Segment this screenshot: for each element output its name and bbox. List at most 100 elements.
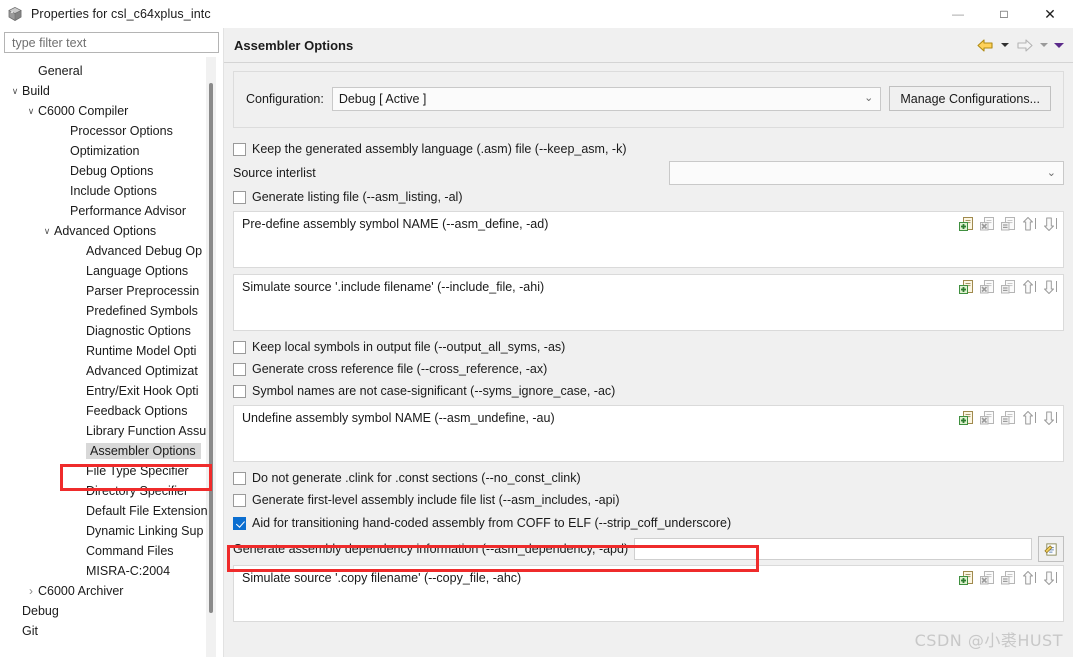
sidebar-item-build[interactable]: ∨ Build <box>0 81 224 101</box>
search-input[interactable] <box>10 34 213 51</box>
checkbox-asm-includes[interactable] <box>233 493 246 507</box>
sidebar-item-entry-exit-hook-opti[interactable]: Entry/Exit Hook Opti <box>0 381 224 401</box>
checkbox-cross-reference[interactable] <box>233 362 246 376</box>
sidebar-item-debug-options[interactable]: Debug Options <box>0 161 224 181</box>
asm-define-listbox[interactable]: Pre-define assembly symbol NAME (--asm_d… <box>233 211 1064 268</box>
checkbox-row-asm-includes[interactable]: Generate first-level assembly include fi… <box>233 489 1064 511</box>
delete-item-icon[interactable] <box>980 279 996 295</box>
move-up-icon[interactable] <box>1022 570 1038 586</box>
sidebar-item-library-function-assu[interactable]: Library Function Assu <box>0 421 224 441</box>
sidebar-item-parser-preprocessin[interactable]: Parser Preprocessin <box>0 281 224 301</box>
sidebar-item-directory-specifier[interactable]: Directory Specifier <box>0 481 224 501</box>
chevron-right-icon[interactable]: › <box>24 584 38 598</box>
sidebar-item-performance-advisor[interactable]: Performance Advisor <box>0 201 224 221</box>
move-down-icon[interactable] <box>1043 279 1059 295</box>
sidebar-item-optimization[interactable]: Optimization <box>0 141 224 161</box>
sidebar-item-runtime-model-opti[interactable]: Runtime Model Opti <box>0 341 224 361</box>
manage-configurations-button[interactable]: Manage Configurations... <box>889 86 1051 111</box>
checkbox-output-all-syms[interactable] <box>233 340 246 354</box>
checkbox-row-cross-reference[interactable]: Generate cross reference file (--cross_r… <box>233 358 1064 380</box>
checkbox-row-output-all-syms[interactable]: Keep local symbols in output file (--out… <box>233 336 1064 358</box>
sidebar-item-label: Processor Options <box>70 124 173 138</box>
edit-item-icon[interactable] <box>1001 279 1017 295</box>
checkbox-no-const-clink[interactable] <box>233 471 246 485</box>
sidebar-item-command-files[interactable]: Command Files <box>0 541 224 561</box>
maximize-button[interactable]: □ <box>981 0 1027 28</box>
sidebar-item-language-options[interactable]: Language Options <box>0 261 224 281</box>
properties-dialog: Properties for csl_c64xplus_intc — □ ✕ G… <box>0 0 1073 657</box>
sidebar-item-debug[interactable]: Debug <box>0 601 224 621</box>
checkbox-asm-listing[interactable] <box>233 190 246 204</box>
sidebar-item-file-type-specifier[interactable]: File Type Specifier <box>0 461 224 481</box>
edit-item-icon[interactable] <box>1001 216 1017 232</box>
asm-dependency-input[interactable] <box>634 538 1032 560</box>
move-up-icon[interactable] <box>1022 216 1038 232</box>
chevron-down-icon[interactable]: ∨ <box>8 86 22 97</box>
sidebar-item-advanced-debug-op[interactable]: Advanced Debug Op <box>0 241 224 261</box>
configuration-group: Configuration: Debug [ Active ] ⌄ Manage… <box>233 71 1064 128</box>
sidebar-item-dynamic-linking-sup[interactable]: Dynamic Linking Sup <box>0 521 224 541</box>
settings-tree[interactable]: General ∨ Build ∨ C6000 Compiler Processor Op… <box>0 57 224 657</box>
forward-dropdown-icon[interactable] <box>1037 34 1050 56</box>
checkbox-row-asm-listing[interactable]: Generate listing file (--asm_listing, -a… <box>233 186 1064 208</box>
add-item-icon[interactable] <box>959 279 975 295</box>
copy-file-listbox[interactable]: Simulate source '.copy filename' (--copy… <box>233 565 1064 622</box>
sidebar-item-predefined-symbols[interactable]: Predefined Symbols <box>0 301 224 321</box>
checkbox-keep-asm[interactable] <box>233 142 246 156</box>
sidebar-item-c6000-archiver[interactable]: › C6000 Archiver <box>0 581 224 601</box>
sidebar-item-git[interactable]: Git <box>0 621 224 641</box>
source-interlist-select[interactable]: ⌄ <box>669 161 1064 185</box>
sidebar-item-label: Git <box>22 624 38 638</box>
asm-undefine-toolbar <box>959 410 1059 426</box>
sidebar-item-general[interactable]: General <box>0 61 224 81</box>
include-file-listbox[interactable]: Simulate source '.include filename' (--i… <box>233 274 1064 331</box>
sidebar-item-label: C6000 Compiler <box>38 104 129 118</box>
forward-arrow-icon[interactable] <box>1013 34 1035 56</box>
chevron-down-icon[interactable]: ∨ <box>40 226 54 237</box>
delete-item-icon[interactable] <box>980 410 996 426</box>
add-item-icon[interactable] <box>959 216 975 232</box>
sidebar-item-processor-options[interactable]: Processor Options <box>0 121 224 141</box>
checkbox-row-strip-coff-underscore[interactable]: Aid for transitioning hand-coded assembl… <box>233 511 1064 535</box>
sidebar-item-misra-c-2004[interactable]: MISRA-C:2004 <box>0 561 224 581</box>
move-up-icon[interactable] <box>1022 279 1038 295</box>
sidebar-item-include-options[interactable]: Include Options <box>0 181 224 201</box>
configuration-select[interactable]: Debug [ Active ] ⌄ <box>331 86 882 111</box>
delete-item-icon[interactable] <box>980 570 996 586</box>
asm-undefine-listbox[interactable]: Undefine assembly symbol NAME (--asm_und… <box>233 405 1064 462</box>
menu-dropdown-icon[interactable] <box>1052 34 1065 56</box>
checkbox-strip-coff-underscore[interactable] <box>233 516 246 530</box>
checkbox-syms-ignore-case[interactable] <box>233 384 246 398</box>
checkbox-row-no-const-clink[interactable]: Do not generate .clink for .const sectio… <box>233 467 1064 489</box>
sidebar-item-label: Feedback Options <box>86 404 188 418</box>
close-button[interactable]: ✕ <box>1027 0 1073 28</box>
sidebar-item-assembler-options[interactable]: Assembler Options <box>0 441 224 461</box>
sidebar-item-c6000-compiler[interactable]: ∨ C6000 Compiler <box>0 101 224 121</box>
back-dropdown-icon[interactable] <box>998 34 1011 56</box>
delete-item-icon[interactable] <box>980 216 996 232</box>
add-item-icon[interactable] <box>959 570 975 586</box>
move-down-icon[interactable] <box>1043 216 1059 232</box>
checkbox-row-syms-ignore-case[interactable]: Symbol names are not case-significant (-… <box>233 380 1064 402</box>
sidebar-item-default-file-extension[interactable]: Default File Extension <box>0 501 224 521</box>
chevron-down-icon[interactable]: ∨ <box>24 106 38 117</box>
panel-nav-tools <box>974 34 1065 56</box>
sidebar-item-advanced-optimizat[interactable]: Advanced Optimizat <box>0 361 224 381</box>
checkbox-row-keep-asm[interactable]: Keep the generated assembly language (.a… <box>233 138 1064 160</box>
edit-item-icon[interactable] <box>1001 410 1017 426</box>
copy-file-title: Simulate source '.copy filename' (--copy… <box>242 571 522 585</box>
edit-file-icon[interactable] <box>1038 536 1064 562</box>
back-arrow-icon[interactable] <box>974 34 996 56</box>
sidebar-item-diagnostic-options[interactable]: Diagnostic Options <box>0 321 224 341</box>
sidebar-item-label: Build <box>22 84 50 98</box>
filter-box[interactable] <box>4 32 219 53</box>
sidebar-item-label: Diagnostic Options <box>86 324 191 338</box>
edit-item-icon[interactable] <box>1001 570 1017 586</box>
minimize-button[interactable]: — <box>935 0 981 28</box>
move-up-icon[interactable] <box>1022 410 1038 426</box>
add-item-icon[interactable] <box>959 410 975 426</box>
move-down-icon[interactable] <box>1043 410 1059 426</box>
move-down-icon[interactable] <box>1043 570 1059 586</box>
sidebar-item-feedback-options[interactable]: Feedback Options <box>0 401 224 421</box>
sidebar-item-advanced-options[interactable]: ∨ Advanced Options <box>0 221 224 241</box>
